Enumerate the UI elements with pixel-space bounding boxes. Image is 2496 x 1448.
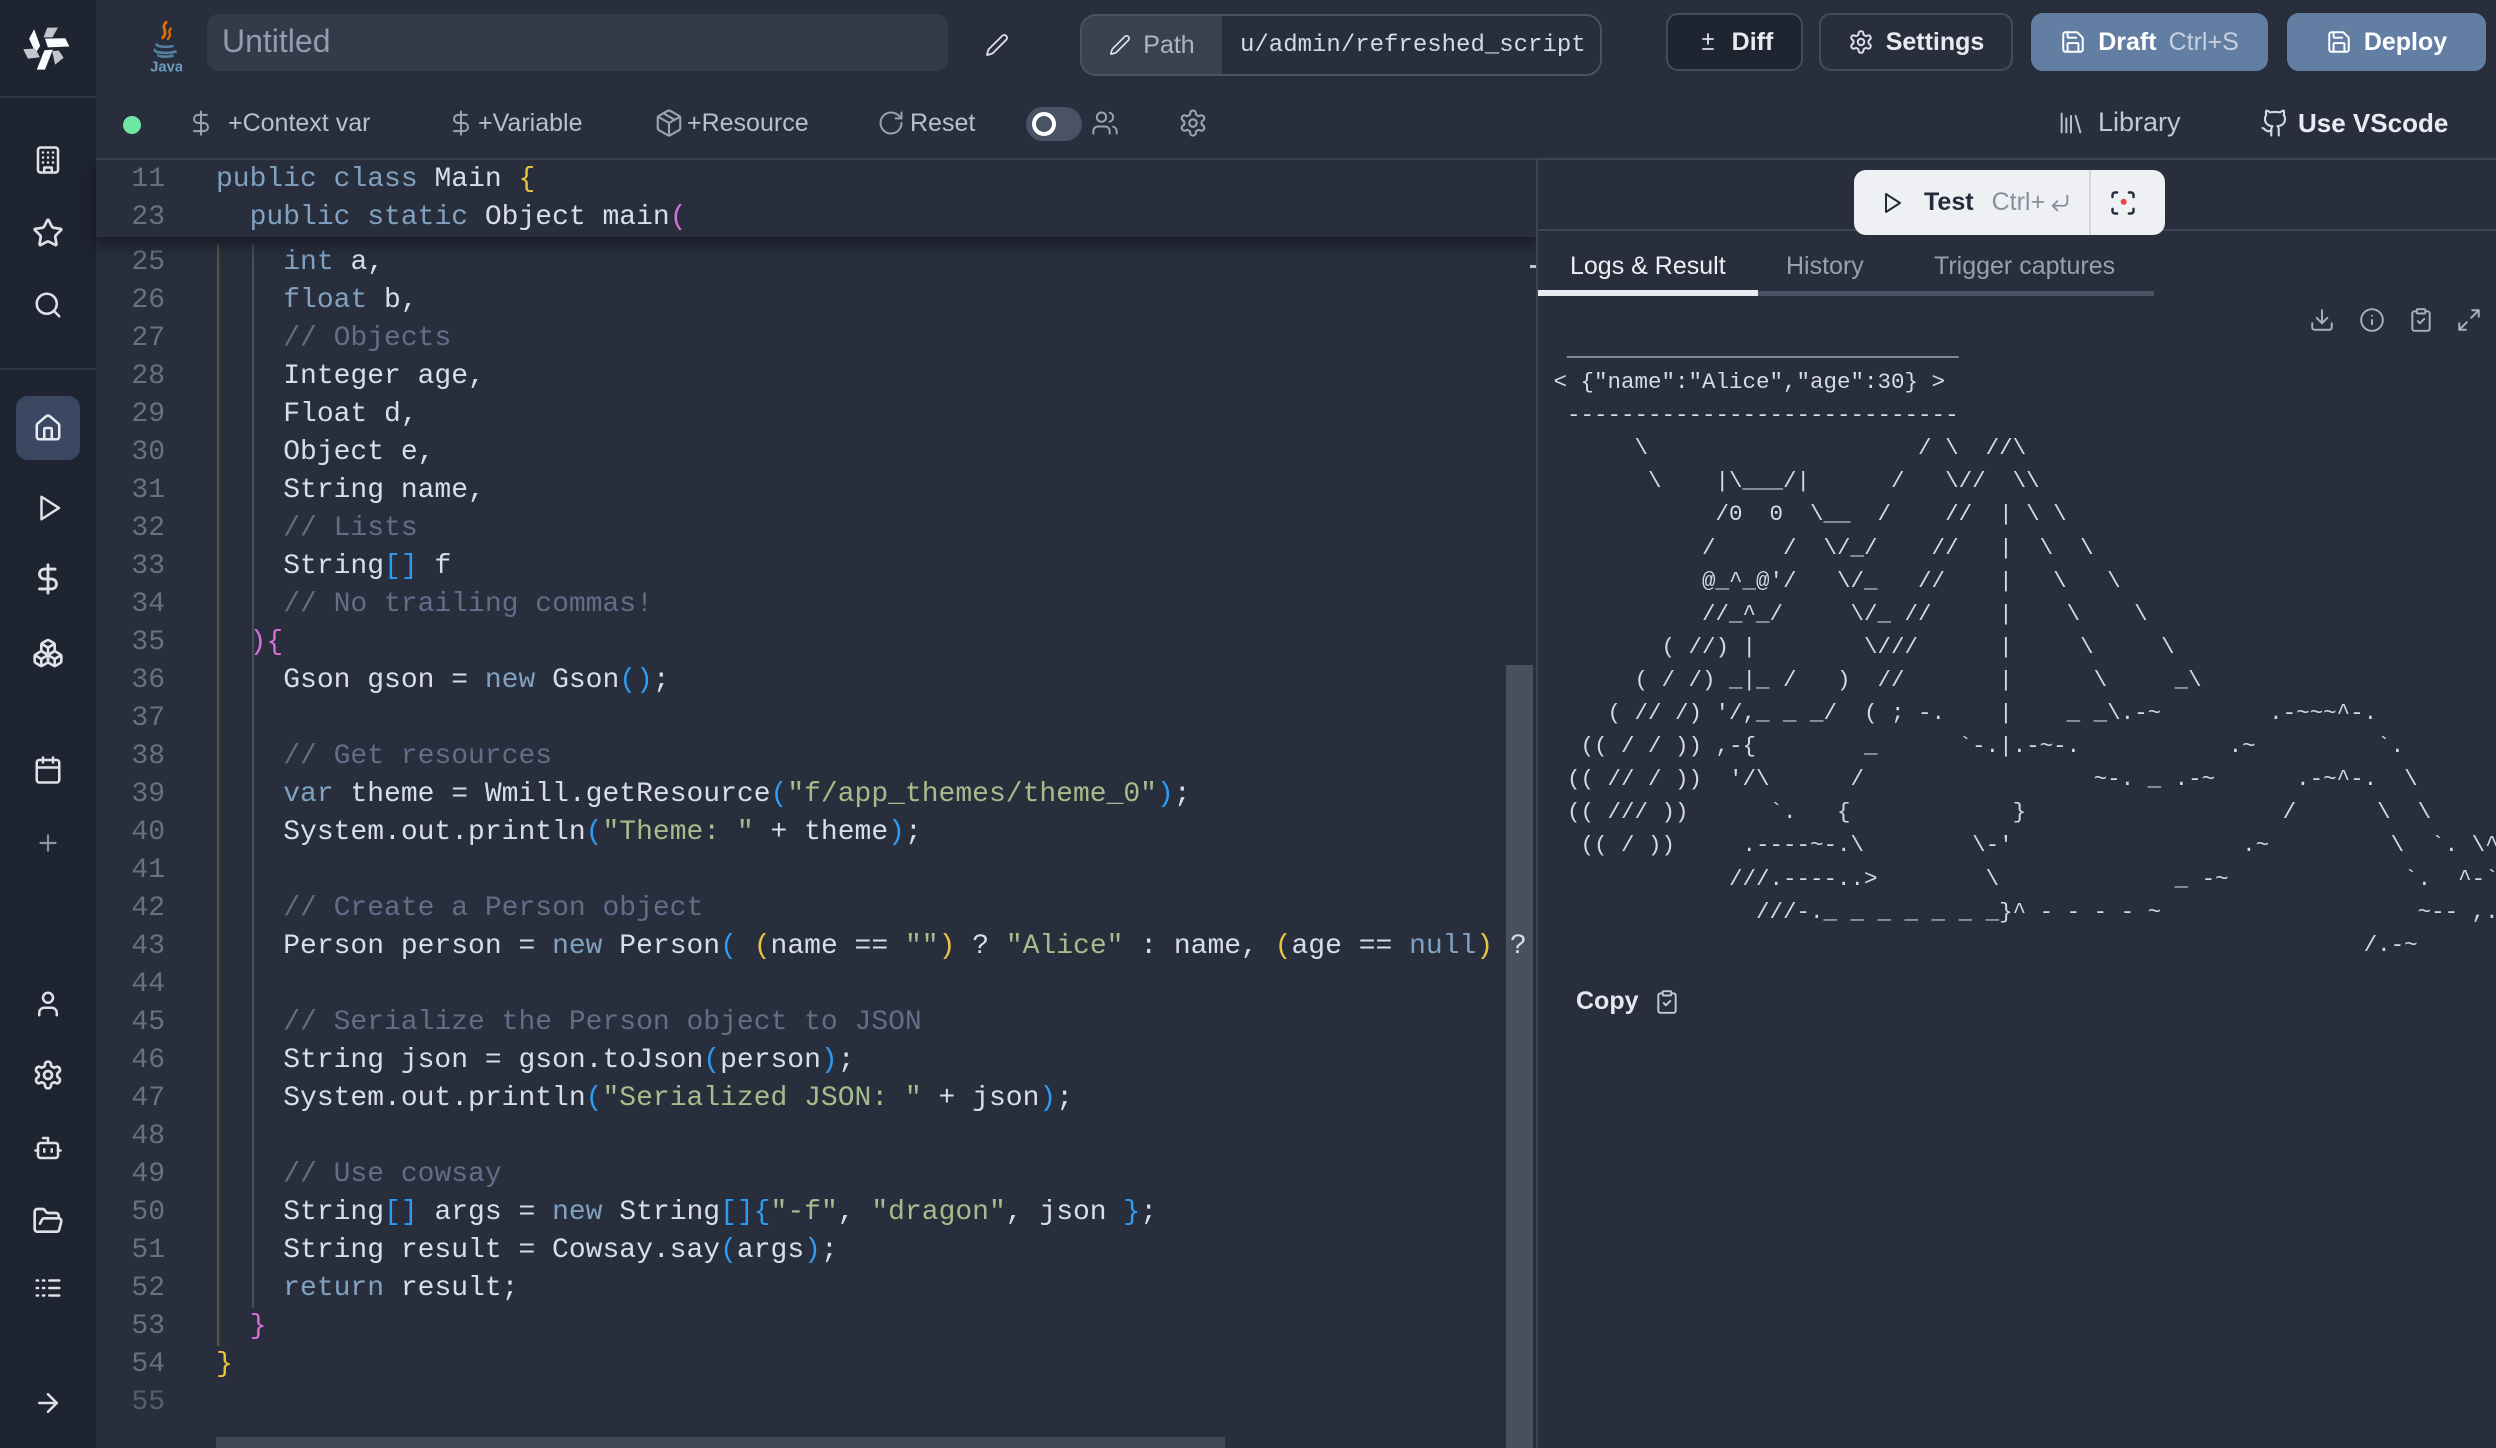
svg-text:Java: Java: [150, 59, 182, 74]
